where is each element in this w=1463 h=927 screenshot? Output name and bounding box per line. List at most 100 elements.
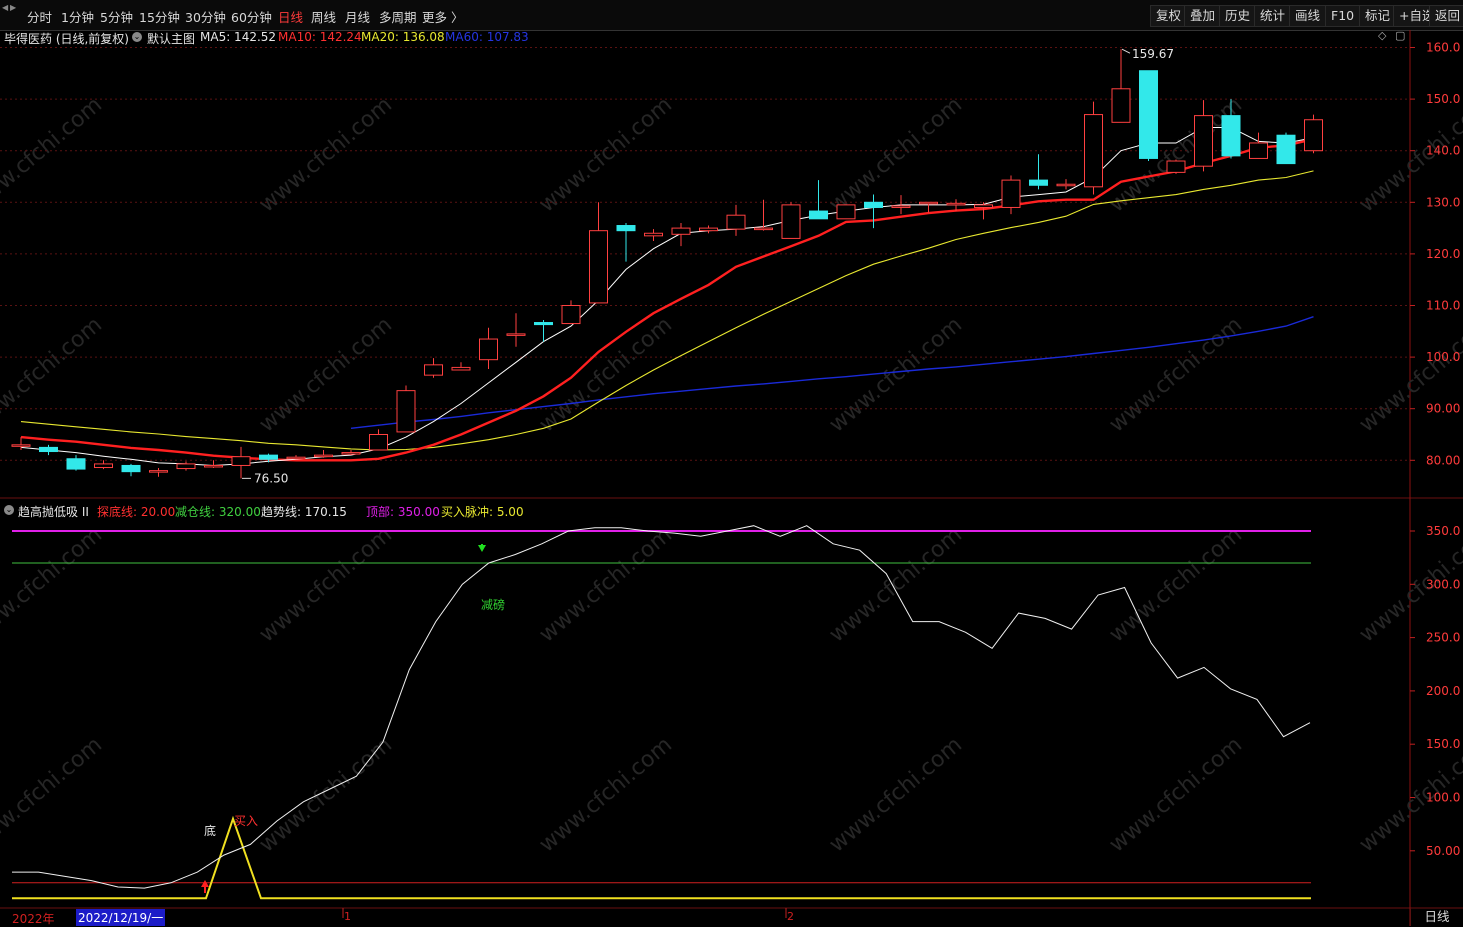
candle-body — [231, 456, 251, 466]
high-price-label: 159.67 — [1132, 47, 1174, 61]
template-label[interactable]: 默认主图 — [147, 30, 195, 47]
candle-body — [259, 454, 278, 460]
candle-body — [809, 210, 828, 220]
candle-body — [149, 470, 168, 473]
period-indicator[interactable]: 日线 — [1410, 908, 1463, 926]
candle-body — [1001, 179, 1021, 208]
candle-body — [891, 205, 911, 208]
price-tick-label: 150.0 — [1426, 92, 1460, 106]
bottom-signal-label: 底 — [204, 823, 216, 838]
candle-body — [121, 464, 141, 473]
high-pointer — [1121, 48, 1131, 54]
candle-body — [1276, 134, 1296, 165]
watermark-text: www.cfchi.com — [825, 92, 967, 217]
candle-body — [286, 456, 306, 460]
candle-body — [314, 454, 333, 458]
price-tick-label: 120.0 — [1426, 247, 1460, 261]
candle-body — [699, 227, 718, 232]
watermark-text: www.cfchi.com — [0, 92, 107, 217]
candle-body — [864, 201, 883, 208]
watermark-text: www.cfchi.com — [0, 522, 107, 647]
watermark-text: www.cfchi.com — [1105, 732, 1247, 857]
candle-body — [39, 446, 58, 453]
explore-line-label: 探底线: 20.00 — [97, 505, 176, 519]
candle-body — [534, 322, 553, 326]
month-tick-2: 2 — [787, 910, 794, 923]
price-tick-label: 140.0 — [1426, 144, 1460, 158]
stock-title: 毕得医药 (日线,前复权) — [4, 32, 129, 46]
candle-body — [479, 338, 498, 361]
candle-body — [1304, 119, 1323, 152]
watermark-text: www.cfchi.com — [255, 312, 397, 437]
candle-body — [1029, 179, 1048, 186]
candle-body — [396, 390, 416, 433]
indicator-tick-label: 150.0 — [1426, 737, 1460, 751]
indicator-tick-label: 200.0 — [1426, 684, 1460, 698]
template-menu-icon[interactable]: ⌄ — [132, 32, 142, 42]
candle-body — [66, 458, 86, 470]
candle-body — [946, 202, 966, 206]
indicator-tick-label: 300.0 — [1426, 577, 1460, 591]
ma5-label: MA5: 142.52 — [200, 30, 277, 44]
reduce-signal-label: 减磅 — [481, 597, 505, 612]
ma20-label: MA20: 136.08 — [361, 30, 445, 44]
price-tick-label: 80.00 — [1426, 453, 1460, 467]
watermark-text: www.cfchi.com — [535, 732, 677, 857]
indicator-tick-label: 350.0 — [1426, 524, 1460, 538]
candle-body — [1221, 115, 1241, 157]
reduce-line-label: 减仓线: 320.00 — [175, 505, 261, 519]
watermark-text: www.cfchi.com — [1105, 522, 1247, 647]
indicator-tick-label: 100.0 — [1426, 791, 1460, 805]
indicator-menu-icon[interactable]: ⌄ — [4, 505, 14, 515]
month-tick-1: 1 — [344, 910, 351, 923]
candle-body — [1194, 115, 1213, 167]
candle-body — [369, 434, 388, 451]
date-axis-bar: 2022年 2022/12/19/一 1 2 — [0, 908, 1463, 926]
watermark-text: www.cfchi.com — [825, 522, 967, 647]
watermark-text: www.cfchi.com — [1105, 312, 1247, 437]
watermark-text: www.cfchi.com — [535, 522, 677, 647]
watermark-text: www.cfchi.com — [535, 92, 677, 217]
candle-body — [1166, 160, 1186, 173]
kline-chart[interactable]: www.cfchi.com www.cfchi.com www.cfchi.com w… — [0, 0, 1463, 926]
candle-body — [726, 214, 746, 230]
watermark-text: www.cfchi.com — [255, 522, 397, 647]
indicator-info-row: ⌄ 趋高抛低吸 II 探底线: 20.00 减仓线: 320.00 趋势线: 1… — [0, 503, 1463, 520]
buy-signal-label: 买入 — [234, 814, 258, 828]
watermark-text: www.cfchi.com — [0, 312, 107, 437]
candle-body — [974, 204, 993, 208]
candle-body — [1111, 88, 1131, 123]
price-tick-label: 100.0 — [1426, 350, 1460, 364]
candle-body — [506, 333, 526, 336]
candle-body — [176, 463, 196, 470]
watermark-text: www.cfchi.com — [255, 92, 397, 217]
main-info-row: 毕得医药 (日线,前复权) ⌄ 默认主图 MA5: 142.52 MA10: 1… — [0, 29, 1463, 47]
diamond-icon[interactable]: ◇ — [1378, 29, 1386, 42]
window-icon[interactable]: ▢ — [1395, 29, 1405, 42]
trend-line-label: 趋势线: 170.15 — [261, 505, 347, 519]
watermark-text: www.cfchi.com — [825, 312, 967, 437]
indicator-tick-label: 50.00 — [1426, 844, 1460, 858]
candle-body — [341, 452, 361, 455]
watermark-text: www.cfchi.com — [825, 732, 967, 857]
candle-body — [781, 204, 801, 239]
candle-body — [561, 305, 581, 325]
ma60-label: MA60: 107.83 — [445, 30, 529, 44]
candle-body — [671, 227, 691, 235]
indicator-name[interactable]: 趋高抛低吸 II — [18, 503, 89, 520]
candle-body — [451, 366, 471, 371]
candle-body — [836, 204, 856, 220]
candle-body — [919, 201, 938, 205]
watermark-text: www.cfchi.com — [1355, 312, 1463, 437]
candle-body — [94, 463, 113, 469]
candle-body — [1249, 142, 1268, 159]
buy-pulse-label: 买入脉冲: 5.00 — [441, 505, 524, 519]
year-label: 2022年 — [12, 912, 55, 926]
watermark-text: www.cfchi.com — [535, 312, 677, 437]
candle-body — [1139, 70, 1158, 159]
candle-body — [11, 444, 31, 447]
candle-body — [644, 232, 663, 237]
candle-body — [589, 230, 608, 304]
indicator-tick-label: 250.0 — [1426, 631, 1460, 645]
candle-body — [424, 364, 443, 376]
